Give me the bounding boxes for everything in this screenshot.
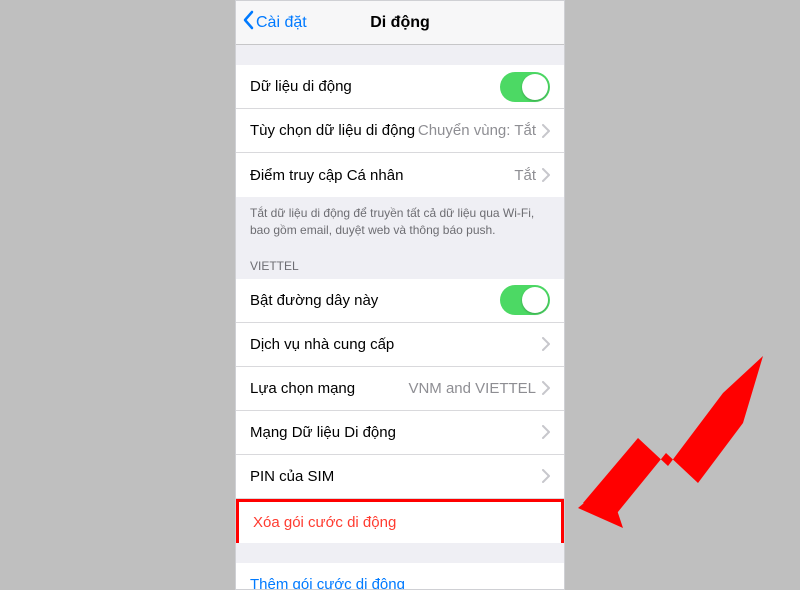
row-remove-plan[interactable]: Xóa gói cước di động bbox=[236, 499, 564, 543]
network-select-value: VNM and VIETTEL bbox=[408, 380, 536, 397]
carrier-services-label: Dịch vụ nhà cung cấp bbox=[250, 336, 394, 353]
enable-line-toggle[interactable] bbox=[500, 285, 550, 315]
chevron-left-icon bbox=[242, 10, 256, 35]
row-cellular-data[interactable]: Dữ liệu di động bbox=[236, 65, 564, 109]
cellular-data-toggle[interactable] bbox=[500, 72, 550, 102]
group-carrier: Bật đường dây này Dịch vụ nhà cung cấp L… bbox=[236, 279, 564, 543]
annotation-arrow bbox=[578, 338, 778, 543]
cellular-footer-note: Tắt dữ liệu di động để truyền tất cả dữ … bbox=[236, 197, 564, 245]
row-cellular-data-network[interactable]: Mạng Dữ liệu Di động bbox=[236, 411, 564, 455]
enable-line-label: Bật đường dây này bbox=[250, 292, 378, 309]
chevron-right-icon bbox=[542, 381, 550, 395]
hotspot-label: Điểm truy cập Cá nhân bbox=[250, 167, 403, 184]
cellular-data-network-label: Mạng Dữ liệu Di động bbox=[250, 424, 396, 441]
cellular-options-value: Chuyển vùng: Tắt bbox=[418, 122, 536, 139]
chevron-right-icon bbox=[542, 425, 550, 439]
row-network-select[interactable]: Lựa chọn mạng VNM and VIETTEL bbox=[236, 367, 564, 411]
chevron-right-icon bbox=[542, 124, 550, 138]
phone-screen: Cài đặt Di động Dữ liệu di động Tùy chọn… bbox=[235, 0, 565, 590]
sim-pin-label: PIN của SIM bbox=[250, 468, 334, 485]
cellular-data-label: Dữ liệu di động bbox=[250, 78, 352, 95]
row-carrier-services[interactable]: Dịch vụ nhà cung cấp bbox=[236, 323, 564, 367]
chevron-right-icon bbox=[542, 168, 550, 182]
back-label: Cài đặt bbox=[256, 14, 307, 32]
row-hotspot[interactable]: Điểm truy cập Cá nhân Tắt bbox=[236, 153, 564, 197]
chevron-right-icon bbox=[542, 337, 550, 351]
back-button[interactable]: Cài đặt bbox=[236, 10, 307, 35]
chevron-right-icon bbox=[542, 469, 550, 483]
row-sim-pin[interactable]: PIN của SIM bbox=[236, 455, 564, 499]
row-cellular-options[interactable]: Tùy chọn dữ liệu di động Chuyển vùng: Tắ… bbox=[236, 109, 564, 153]
remove-plan-label: Xóa gói cước di động bbox=[253, 514, 396, 531]
add-plan-label: Thêm gói cước di động bbox=[250, 576, 405, 590]
group-add-plan: Thêm gói cước di động bbox=[236, 563, 564, 590]
row-enable-line[interactable]: Bật đường dây này bbox=[236, 279, 564, 323]
hotspot-value: Tắt bbox=[514, 167, 536, 184]
network-select-label: Lựa chọn mạng bbox=[250, 380, 355, 397]
cellular-options-label: Tùy chọn dữ liệu di động bbox=[250, 122, 415, 139]
carrier-header: VIETTEL bbox=[236, 245, 564, 279]
group-cellular: Dữ liệu di động Tùy chọn dữ liệu di động… bbox=[236, 65, 564, 197]
row-add-plan[interactable]: Thêm gói cước di động bbox=[236, 563, 564, 590]
nav-bar: Cài đặt Di động bbox=[236, 1, 564, 45]
